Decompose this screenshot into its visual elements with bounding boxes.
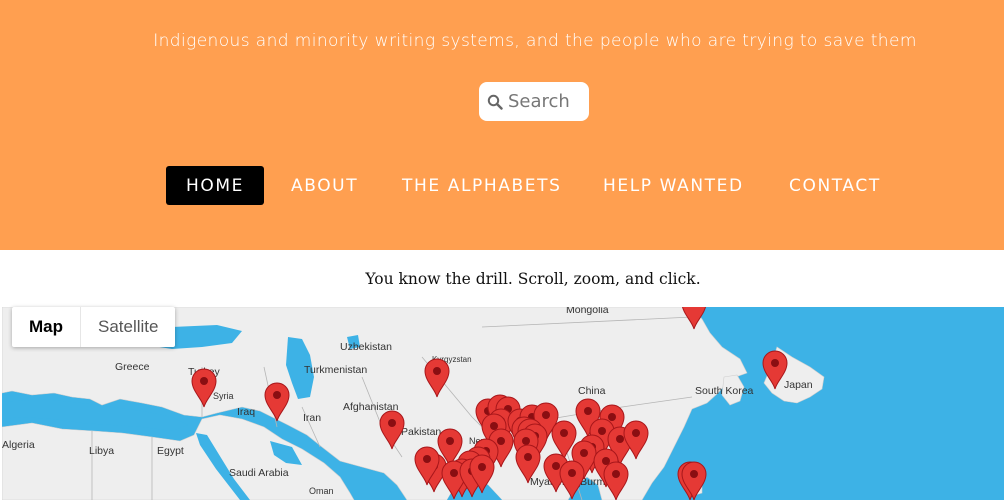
- label-iran: Iran: [303, 412, 321, 424]
- label-china: China: [578, 385, 606, 397]
- search-icon: [487, 94, 503, 110]
- label-saudi-arabia: Saudi Arabia: [229, 467, 289, 479]
- label-libya: Libya: [89, 445, 114, 457]
- search-input[interactable]: [508, 89, 584, 113]
- map-intro-text: You know the drill. Scroll, zoom, and cl…: [365, 270, 701, 288]
- nav-help-wanted[interactable]: HELP WANTED: [603, 166, 744, 205]
- label-mongolia: Mongolia: [566, 307, 609, 316]
- label-egypt: Egypt: [157, 445, 184, 457]
- label-algeria: Algeria: [2, 439, 35, 451]
- nav-the-alphabets[interactable]: THE ALPHABETS: [402, 166, 561, 205]
- label-japan: Japan: [784, 379, 813, 391]
- label-syria: Syria: [213, 391, 234, 401]
- map-type-satellite-button[interactable]: Satellite: [81, 307, 175, 347]
- label-oman: Oman: [309, 486, 334, 496]
- label-turkmenistan: Turkmenistan: [304, 364, 367, 376]
- map-marker[interactable]: [681, 461, 707, 500]
- nav-about[interactable]: ABOUT: [291, 166, 358, 205]
- label-greece: Greece: [115, 361, 150, 373]
- main-nav: HOME ABOUT THE ALPHABETS HELP WANTED CON…: [0, 166, 1004, 205]
- map-type-map-button[interactable]: Map: [12, 307, 80, 347]
- map-type-control: Map Satellite: [12, 307, 176, 347]
- label-iraq: Iraq: [237, 406, 255, 418]
- nav-contact[interactable]: CONTACT: [789, 166, 881, 205]
- search-box[interactable]: [479, 82, 589, 121]
- site-header: Indigenous and minority writing systems,…: [0, 0, 1004, 250]
- label-uzbekistan: Uzbekistan: [340, 341, 392, 353]
- label-south-korea: South Korea: [695, 385, 754, 397]
- site-tagline: Indigenous and minority writing systems,…: [153, 31, 917, 51]
- nav-home[interactable]: HOME: [166, 166, 264, 205]
- label-pakistan: Pakistan: [401, 426, 441, 438]
